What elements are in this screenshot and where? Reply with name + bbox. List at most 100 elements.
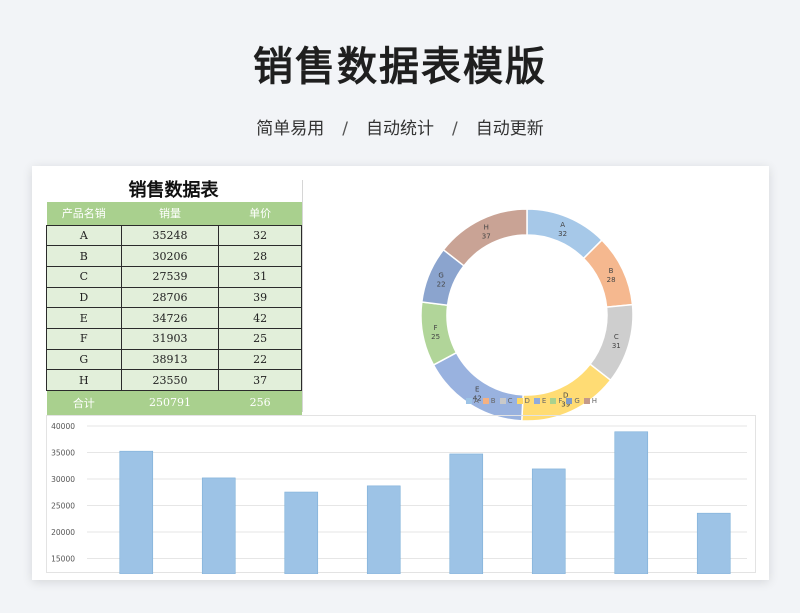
total-qty[interactable]: 250791 [121,390,219,415]
y-tick-label: 35000 [51,449,75,458]
cell-price[interactable]: 28 [218,245,302,267]
cell-price[interactable]: 42 [218,307,302,329]
donut-label-category: C [614,333,619,341]
cell-qty[interactable]: 34726 [120,307,220,329]
y-tick-label: 40000 [51,422,75,431]
table-row: D 28706 39 [46,286,302,309]
legend-item: G [566,397,580,405]
page-title: 销售数据表模版 [253,44,547,90]
bar-e[interactable] [449,453,484,574]
y-tick-label: 25000 [51,502,75,511]
donut-label-category: F [434,324,438,332]
cell-qty[interactable]: 31903 [120,327,220,350]
donut-label-category: H [484,223,489,231]
legend-item: D [516,397,530,405]
table-row: A 35248 32 [46,224,302,247]
bar-chart[interactable]: 40000 35000 30000 25000 20000 15000 [47,416,757,574]
donut-label-category: B [609,267,614,275]
legend-item: F [550,397,562,405]
table-row: C 27539 31 [46,265,302,288]
donut-label-value: 22 [437,280,446,288]
cell-price[interactable]: 31 [218,265,302,288]
spreadsheet-card: 销售数据表 产品名销 销量 单价 A 35248 32 B 30206 28 C 2753… [32,166,769,580]
column-divider [302,180,303,412]
legend-label: B [490,397,496,405]
donut-label-category: E [475,386,479,394]
table-row: H 23550 37 [46,369,302,391]
total-price[interactable]: 256 [218,390,302,415]
bar-f[interactable] [531,468,566,574]
cell-price[interactable]: 39 [218,286,302,309]
legend-label: A [474,397,479,405]
legend-label: G [574,397,580,405]
donut-label-category: A [560,221,565,229]
legend-item: H [583,397,597,405]
donut-label-value: 32 [558,230,567,238]
cell-product[interactable]: G [46,348,122,371]
legend-swatch [516,398,523,404]
sheet-title: 销售数据表 [128,180,219,201]
sales-table: 产品名销 销量 单价 A 35248 32 B 30206 28 C 27539 31 D2… [46,202,302,415]
table-row: B 30206 28 [46,245,302,267]
legend-swatch [583,398,590,404]
bar-a[interactable] [119,450,154,574]
donut-label-category: G [438,271,443,279]
cell-qty[interactable]: 35248 [120,224,220,247]
donut-legend: A B C D E F G H [466,395,597,407]
bar-d[interactable] [366,485,401,574]
y-tick-label: 30000 [51,475,75,484]
cell-price[interactable]: 25 [218,327,302,350]
legend-label: D [524,397,530,405]
feature-auto-stats: 自动统计 [366,119,434,139]
bar-g[interactable] [614,431,649,574]
feature-auto-update: 自动更新 [475,119,544,139]
legend-label: E [541,397,547,405]
table-header-row: 产品名销 销量 单价 [46,202,302,225]
feature-easy: 简单易用 [256,119,325,139]
donut-label-value: 28 [607,276,616,284]
legend-swatch [499,398,506,404]
cell-product[interactable]: A [46,224,122,247]
y-tick-label: 20000 [51,528,75,537]
col-header-price: 单价 [218,202,302,225]
cell-qty[interactable]: 28706 [120,286,220,309]
donut-label-value: 25 [431,333,440,341]
cell-qty[interactable]: 23550 [120,369,220,391]
cell-product[interactable]: H [46,369,122,391]
feature-separator: / [452,119,458,139]
legend-swatch [482,398,489,404]
legend-item: E [533,397,547,405]
cell-product[interactable]: D [46,286,122,309]
cell-qty[interactable]: 30206 [120,245,220,267]
cell-qty[interactable]: 27539 [120,265,220,288]
legend-swatch [466,398,472,404]
cell-price[interactable]: 22 [218,348,302,371]
cell-product[interactable]: C [46,265,122,288]
bar-h[interactable] [696,512,731,574]
table-row: G 38913 22 [46,348,302,371]
feature-list: 简单易用 / 自动统计 / 自动更新 [0,114,800,139]
table-row: F 31903 25 [46,327,302,350]
legend-label: F [558,397,563,405]
cell-qty[interactable]: 38913 [120,348,220,371]
legend-label: C [507,397,513,405]
bar-b[interactable] [201,477,236,574]
legend-item: A [466,397,479,405]
donut-label-value: 37 [482,232,491,240]
cell-product[interactable]: E [46,307,122,329]
cell-product[interactable]: F [46,327,122,350]
cell-price[interactable]: 32 [218,224,302,247]
legend-swatch [533,398,540,404]
cell-product[interactable]: B [46,245,122,267]
donut-label-value: 31 [612,342,621,350]
total-label[interactable]: 合计 [46,390,122,415]
legend-item: C [499,397,513,405]
bar-c[interactable] [284,491,319,574]
legend-swatch [550,398,557,404]
bar-chart-area[interactable]: 40000 35000 30000 25000 20000 15000 [46,415,757,574]
table-total-row: 合计 250791 256 [46,390,302,415]
y-tick-label: 15000 [51,555,75,564]
table-row: E 34726 42 [46,307,302,329]
cell-price[interactable]: 37 [218,369,302,391]
legend-item: B [482,397,496,405]
